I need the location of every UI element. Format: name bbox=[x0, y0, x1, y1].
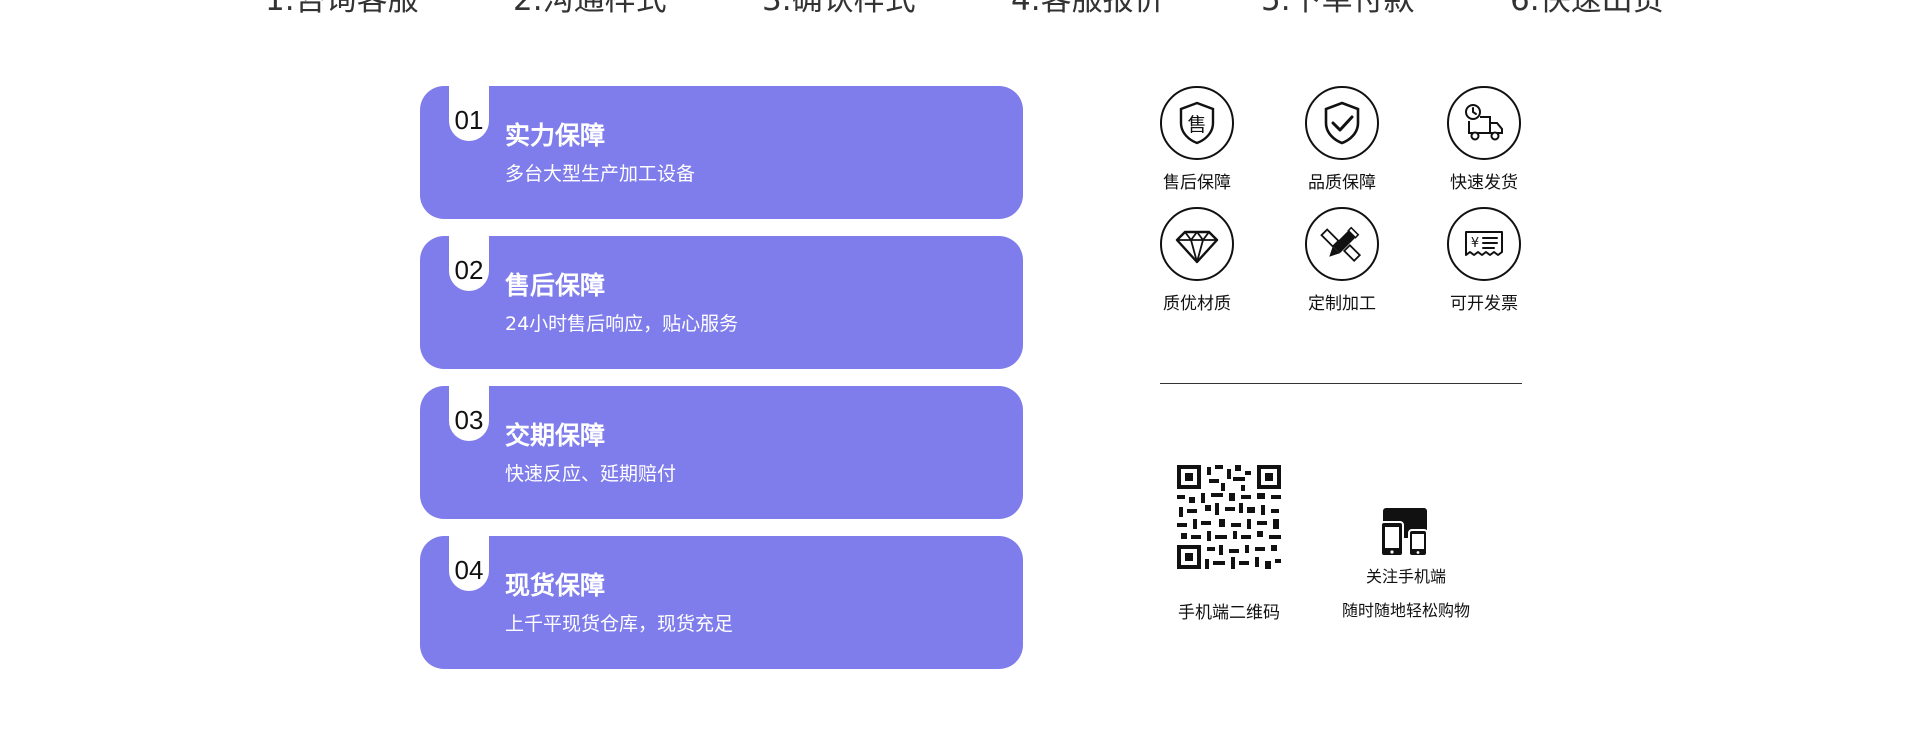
process-steps: 1.咨询客服 2.沟通样式 3.确认样式 4.客服报价 5.下单付款 6.快速出… bbox=[0, 0, 1920, 18]
feature-fast-delivery: 快速发货 bbox=[1439, 86, 1529, 208]
card-number-tab: 03 bbox=[449, 386, 489, 441]
card-number: 01 bbox=[454, 105, 484, 135]
guarantee-card-strength: 01 实力保障 多台大型生产加工设备 bbox=[420, 86, 1023, 219]
quality-check-shield-icon bbox=[1305, 86, 1379, 160]
card-number: 02 bbox=[454, 255, 484, 285]
step-quote: 4.客服报价 bbox=[1011, 0, 1165, 18]
card-number-tab: 04 bbox=[449, 536, 489, 591]
feature-label: 可开发票 bbox=[1450, 294, 1518, 314]
card-description: 多台大型生产加工设备 bbox=[505, 163, 696, 185]
step-consult: 1.咨询客服 bbox=[265, 0, 419, 18]
feature-quality: 品质保障 bbox=[1297, 86, 1387, 208]
card-description: 快速反应、延期赔付 bbox=[505, 463, 677, 485]
after-sales-shield-icon: 售 bbox=[1160, 86, 1234, 160]
custom-pencil-icon bbox=[1305, 207, 1379, 281]
card-number-tab: 02 bbox=[449, 236, 489, 291]
card-title: 交期保障 bbox=[505, 421, 606, 450]
step-order: 5.下单付款 bbox=[1261, 0, 1415, 18]
feature-label: 定制加工 bbox=[1308, 294, 1376, 314]
section-divider bbox=[1160, 383, 1522, 384]
after-sales-glyph: 售 bbox=[1187, 114, 1206, 136]
invoice-receipt-icon: ¥ bbox=[1447, 207, 1521, 281]
card-title: 售后保障 bbox=[505, 271, 606, 300]
guarantee-card-after-sales: 02 售后保障 24小时售后响应，贴心服务 bbox=[420, 236, 1023, 369]
feature-label: 质优材质 bbox=[1163, 294, 1231, 314]
step-communicate: 2.沟通样式 bbox=[513, 0, 667, 18]
guarantee-card-stock: 04 现货保障 上千平现货仓库，现货充足 bbox=[420, 536, 1023, 669]
mobile-title: 关注手机端 bbox=[1365, 567, 1446, 586]
guarantee-card-delivery: 03 交期保障 快速反应、延期赔付 bbox=[420, 386, 1023, 519]
diamond-icon bbox=[1160, 207, 1234, 281]
card-number: 04 bbox=[454, 555, 484, 585]
delivery-truck-icon bbox=[1447, 86, 1521, 160]
feature-label: 品质保障 bbox=[1308, 173, 1376, 193]
step-confirm: 3.确认样式 bbox=[762, 0, 916, 18]
card-number: 03 bbox=[454, 405, 484, 435]
feature-label: 售后保障 bbox=[1163, 173, 1231, 193]
card-title: 实力保障 bbox=[505, 121, 606, 150]
qr-code-icon[interactable] bbox=[1175, 463, 1283, 571]
feature-label: 快速发货 bbox=[1450, 173, 1518, 193]
invoice-glyph: ¥ bbox=[1471, 236, 1479, 251]
card-number-tab: 01 bbox=[449, 86, 489, 141]
tablet-phone-icon bbox=[1380, 508, 1428, 557]
feature-custom-processing: 定制加工 bbox=[1297, 207, 1387, 329]
feature-invoice: ¥ 可开发票 bbox=[1439, 207, 1529, 329]
feature-after-sales: 售 售后保障 bbox=[1152, 86, 1242, 208]
mobile-subtitle: 随时随地轻松购物 bbox=[1341, 601, 1470, 620]
card-title: 现货保障 bbox=[505, 571, 606, 600]
card-description: 上千平现货仓库，现货充足 bbox=[505, 613, 734, 635]
feature-premium-material: 质优材质 bbox=[1152, 207, 1242, 329]
card-description: 24小时售后响应，贴心服务 bbox=[505, 313, 739, 335]
qr-code-label: 手机端二维码 bbox=[1178, 603, 1280, 623]
step-ship: 6.快速出货 bbox=[1510, 0, 1664, 18]
